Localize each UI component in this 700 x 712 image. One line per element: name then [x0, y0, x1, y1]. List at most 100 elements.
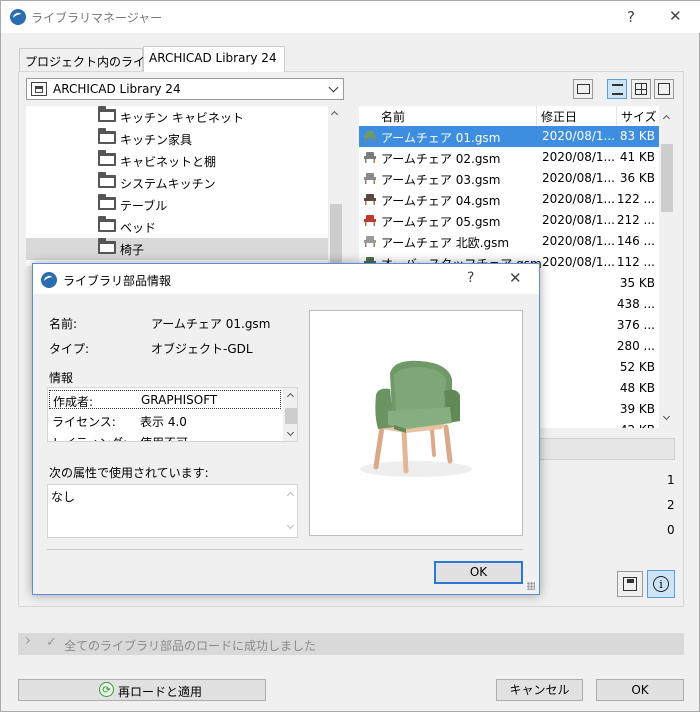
folder-icon — [98, 238, 116, 254]
file-name: アームチェア 02.gsm — [381, 152, 501, 166]
expand-icon[interactable] — [22, 636, 31, 645]
archicad-logo-icon — [41, 272, 57, 288]
library-select-value: ARCHICAD Library 24 — [53, 82, 181, 96]
preview-view-icon — [658, 83, 670, 95]
tree-item[interactable]: 椅子 — [26, 238, 328, 260]
tree-item-label: テーブル — [120, 199, 168, 213]
list-view-button[interactable] — [607, 79, 627, 99]
ok-label: OK — [631, 683, 649, 697]
armchair-icon — [364, 215, 376, 226]
used-by-value: なし — [51, 490, 76, 504]
info-label: 情報 — [49, 371, 74, 385]
armchair-icon — [364, 131, 376, 142]
help-button[interactable]: ? — [627, 8, 635, 26]
count-value: 0 — [667, 523, 675, 537]
folder-icon — [98, 106, 116, 122]
list-scrollbar[interactable] — [659, 106, 675, 428]
tree-item[interactable]: キッチン家具 — [26, 128, 328, 150]
count-value: 1 — [667, 473, 675, 487]
folder-up-button[interactable] — [573, 79, 593, 99]
reload-apply-button[interactable]: ⟳ 再ロードと適用 — [18, 679, 266, 701]
file-row[interactable]: アームチェア 05.gsm 2020/08/1... 212 ... — [359, 210, 659, 231]
scroll-thumb[interactable] — [661, 144, 673, 212]
save-button[interactable] — [617, 571, 643, 597]
grid-view-button[interactable] — [631, 79, 651, 99]
scroll-down-icon[interactable] — [662, 412, 671, 421]
tab-archicad-library[interactable]: ARCHICAD Library 24 — [143, 46, 285, 72]
tree-item[interactable]: キッチン キャビネット — [26, 106, 328, 128]
scroll-up-icon[interactable] — [330, 110, 339, 119]
folder-icon — [98, 216, 116, 232]
folder-icon — [98, 194, 116, 210]
tab-project-libraries[interactable]: プロジェクト内のライブラリ — [19, 48, 181, 72]
resize-grip-icon[interactable] — [527, 582, 535, 590]
dialog-title: ライブラリ部品情報 — [63, 274, 172, 288]
info-table[interactable]: 作成者: GRAPHISOFT ライセンス: 表示 4.0 レイティング: 使用… — [47, 387, 298, 442]
file-name: アームチェア 01.gsm — [381, 131, 501, 145]
info-value: 使用不可 — [140, 434, 188, 441]
info-button[interactable]: i — [647, 570, 675, 598]
file-row[interactable]: アームチェア 02.gsm 2020/08/1... 41 KB — [359, 147, 659, 168]
dialog-help-button[interactable]: ? — [467, 270, 474, 286]
scroll-thumb[interactable] — [285, 408, 297, 424]
tree-item-label: キッチン家具 — [120, 133, 193, 147]
preview-view-button[interactable] — [654, 79, 674, 99]
scroll-up-icon[interactable] — [286, 491, 295, 500]
name-label: 名前: — [49, 317, 78, 331]
reload-icon: ⟳ — [99, 682, 114, 697]
scroll-down-icon[interactable] — [286, 428, 295, 437]
used-by-label: 次の属性で使用されています: — [49, 466, 209, 480]
scroll-down-icon[interactable] — [286, 521, 295, 530]
info-value: 表示 4.0 — [140, 415, 187, 429]
file-date: 2020/08/1... — [542, 192, 614, 206]
cancel-button[interactable]: キャンセル — [496, 679, 583, 701]
reload-apply-label: 再ロードと適用 — [118, 685, 203, 699]
folder-tree[interactable]: キッチン キャビネットキッチン家具キャビネットと棚 システムキッチン テーブルベッド… — [26, 106, 344, 266]
scroll-up-icon[interactable] — [662, 114, 671, 123]
dialog-ok-button[interactable]: OK — [434, 561, 523, 584]
info-row[interactable]: 作成者: GRAPHISOFT — [49, 390, 281, 409]
file-size: 36 KB — [619, 171, 655, 185]
tree-item[interactable]: キャビネットと棚 — [26, 150, 328, 172]
divider — [47, 549, 523, 550]
info-key: ライセンス: — [52, 415, 116, 429]
file-size: 83 KB — [619, 129, 655, 143]
info-row[interactable]: ライセンス: 表示 4.0 — [49, 411, 281, 430]
info-scrollbar[interactable] — [283, 388, 297, 441]
dialog-close-button[interactable]: ✕ — [509, 269, 522, 287]
save-icon — [623, 577, 637, 591]
header-name[interactable]: 名前 — [381, 108, 405, 125]
tree-item[interactable]: システムキッチン — [26, 172, 328, 194]
armchair-icon — [364, 152, 376, 163]
tree-item-label: システムキッチン — [120, 177, 216, 191]
ok-button[interactable]: OK — [596, 679, 684, 701]
check-icon: ✓ — [46, 635, 57, 650]
header-date[interactable]: 修正日 — [541, 108, 577, 125]
header-size[interactable]: サイズ — [621, 108, 657, 125]
tree-item[interactable]: テーブル — [26, 194, 328, 216]
file-name: アームチェア 03.gsm — [381, 173, 501, 187]
tree-scrollbar[interactable] — [328, 106, 344, 266]
file-row[interactable]: アームチェア 04.gsm 2020/08/1... 122 ... — [359, 189, 659, 210]
scroll-up-icon[interactable] — [286, 392, 295, 401]
status-text: 全てのライブラリ部品のロードに成功しました — [64, 639, 317, 653]
armchair-icon — [364, 236, 376, 247]
info-key: レイティング: — [52, 434, 127, 441]
file-row[interactable]: アームチェア 北欧.gsm 2020/08/1... 146 ... — [359, 231, 659, 252]
library-select[interactable]: ARCHICAD Library 24 — [26, 78, 344, 100]
file-size: 41 KB — [619, 150, 655, 164]
close-button[interactable]: ✕ — [669, 7, 682, 25]
file-row[interactable]: アームチェア 03.gsm 2020/08/1... 36 KB — [359, 168, 659, 189]
folder-icon — [98, 128, 116, 144]
info-row[interactable]: レイティング: 使用不可 — [49, 432, 281, 441]
used-by-field[interactable]: なし — [47, 484, 298, 538]
file-row[interactable]: アームチェア 01.gsm 2020/08/1... 83 KB — [359, 126, 659, 147]
tree-item[interactable]: ベッド — [26, 216, 328, 238]
tree-item-label: キャビネットと棚 — [120, 155, 217, 169]
list-header: 名前 修正日 サイズ — [359, 106, 659, 126]
file-date: 2020/08/1... — [542, 150, 614, 164]
scroll-thumb[interactable] — [330, 204, 342, 266]
count-value: 2 — [667, 498, 675, 512]
file-date: 2020/08/1... — [542, 234, 614, 248]
chevron-down-icon — [328, 82, 339, 93]
